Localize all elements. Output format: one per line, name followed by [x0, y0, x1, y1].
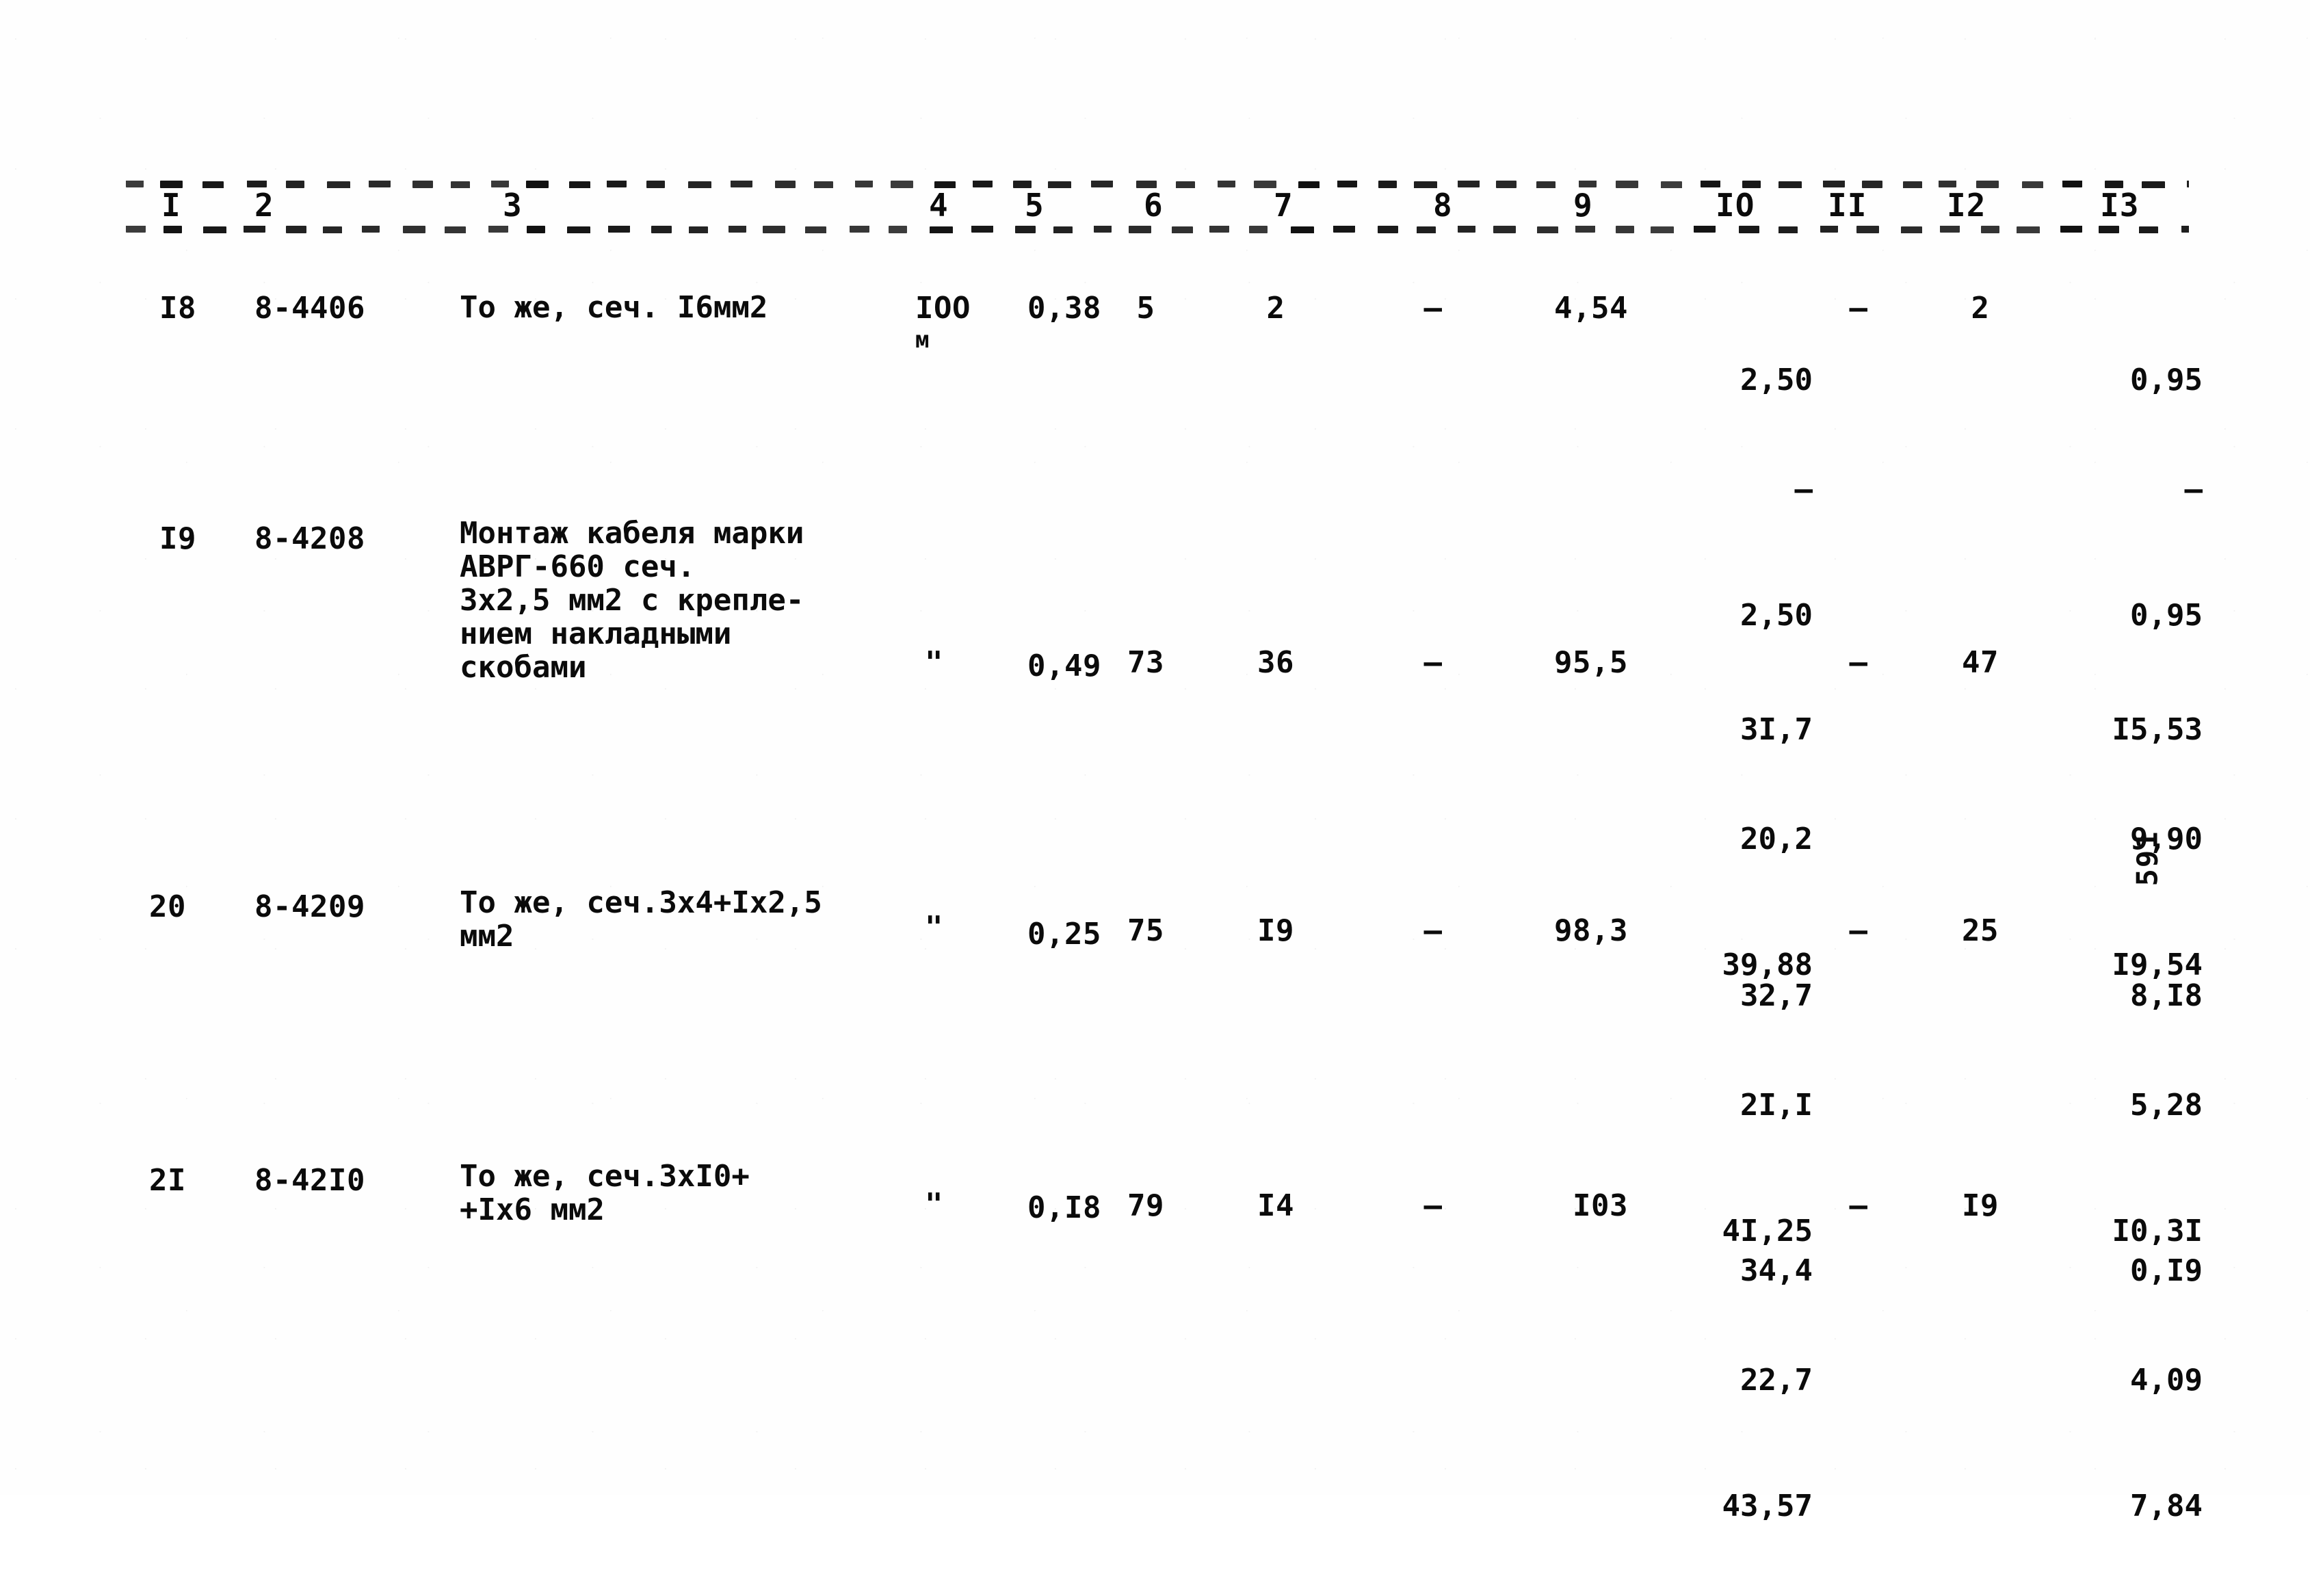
row-19-col7: 36 [1257, 645, 1294, 680]
column-header-4: 4 [929, 187, 949, 224]
row-21-col13-c: 7,84 [2130, 1489, 2203, 1523]
row-19-col10-b: 20,2 [1740, 822, 1813, 856]
row-20-col10-b: 2I,I [1740, 1088, 1813, 1123]
row-21-col10-a: 34,4 [1740, 1253, 1813, 1288]
row-20-col8: – [1423, 913, 1443, 948]
row-18-col10-c: 2,50 [1740, 598, 1813, 633]
row-19-col13-b: 9,90 [2130, 822, 2203, 856]
row-20-col10-a: 32,7 [1740, 978, 1813, 1013]
row-19-col6: 73 [1127, 645, 1164, 680]
column-header-6: 6 [1144, 187, 1164, 224]
row-18-col11: – [1849, 291, 1868, 326]
row-19-description: Монтаж кабеля марки АВРГ-660 сеч. 3х2,5 … [460, 516, 804, 685]
column-header-12: I2 [1947, 187, 1986, 224]
row-20-description: То же, сеч.3х4+Iх2,5 мм2 [460, 885, 822, 954]
row-21-col13-stack: 0,I9 4,09 7,84 [2059, 1181, 2203, 1596]
row-20-number: 20 [149, 889, 186, 924]
column-header-13: I3 [2100, 187, 2140, 224]
column-header-5: 5 [1025, 187, 1045, 224]
column-header-10: IO [1716, 187, 1755, 224]
row-21-description: То же, сеч.3хI0+ +Iх6 мм2 [460, 1159, 750, 1227]
row-20-col12: 25 [1962, 913, 1999, 948]
row-19-col9: 95,5 [1554, 645, 1628, 680]
column-header-9: 9 [1573, 187, 1593, 224]
row-19-col10-a: 3I,7 [1740, 712, 1813, 747]
row-20-col5: 0,25 [1027, 917, 1101, 952]
row-18-col13-a: 0,95 [2130, 363, 2203, 397]
row-19-number: I9 [159, 521, 196, 556]
row-21-col6: 79 [1127, 1188, 1164, 1223]
row-21-col10-b: 22,7 [1740, 1363, 1813, 1398]
row-21-col13-a: 0,I9 [2130, 1253, 2203, 1288]
row-18-code: 8-4406 [254, 291, 365, 326]
row-21-col8: – [1423, 1188, 1443, 1223]
column-header-11: II [1828, 187, 1867, 224]
row-18-unit: IOO [915, 291, 971, 326]
row-18-col6: 5 [1136, 291, 1155, 326]
row-21-col10-stack: 34,4 22,7 43,57 [1669, 1181, 1813, 1596]
row-18-col10-a: 2,50 [1740, 363, 1813, 397]
row-20-col6: 75 [1127, 913, 1164, 948]
row-18-unit-suffix: м [915, 326, 930, 354]
row-18-number: I8 [159, 291, 196, 326]
row-20-col13-a: 8,I8 [2130, 978, 2203, 1013]
row-20-col9: 98,3 [1554, 913, 1628, 948]
column-header-8: 8 [1433, 187, 1453, 224]
column-header-3: 3 [503, 187, 523, 224]
row-19-col11: – [1849, 645, 1868, 680]
row-20-col13-b: 5,28 [2130, 1088, 2203, 1123]
row-18-col8: – [1423, 291, 1443, 326]
row-21-col11: – [1849, 1188, 1868, 1223]
row-18-col13-b: – [2184, 472, 2203, 507]
row-19-col12: 47 [1962, 645, 1999, 680]
row-20-unit: " [925, 910, 943, 945]
page-number: 591 [2130, 830, 2164, 887]
row-18-description: То же, сеч. I6мм2 [460, 290, 768, 325]
row-18-col5: 0,38 [1027, 291, 1101, 326]
column-header-7: 7 [1274, 187, 1294, 224]
row-19-col8: – [1423, 645, 1443, 680]
scan-grain-overlay [0, 0, 2310, 1495]
row-21-unit: " [925, 1187, 943, 1222]
row-20-col7: I9 [1257, 913, 1294, 948]
scanned-page: I 2 3 4 5 6 7 8 9 IO II I2 I3 I8 8-4406 … [0, 0, 2310, 1523]
row-19-col13-a: I5,53 [2112, 712, 2203, 747]
column-header-1: I [161, 187, 181, 224]
row-21-col13-b: 4,09 [2130, 1363, 2203, 1398]
row-18-col9: 4,54 [1554, 291, 1628, 326]
row-21-code: 8-42I0 [254, 1163, 365, 1198]
row-21-col5: 0,I8 [1027, 1190, 1101, 1225]
row-19-unit: " [925, 645, 943, 680]
row-21-col7: I4 [1257, 1188, 1294, 1223]
row-19-code: 8-4208 [254, 521, 365, 556]
row-20-code: 8-4209 [254, 889, 365, 924]
row-21-col12: I9 [1962, 1188, 1999, 1223]
row-18-col7: 2 [1266, 291, 1285, 326]
row-20-col11: – [1849, 913, 1868, 948]
row-21-col9: I03 [1573, 1188, 1628, 1223]
row-18-col13-c: 0,95 [2130, 598, 2203, 633]
row-21-number: 2I [149, 1163, 186, 1198]
row-18-col10-b: – [1794, 472, 1813, 507]
table-header-bottom-rule [126, 226, 2189, 233]
row-21-col10-c: 43,57 [1722, 1489, 1813, 1523]
row-18-col12: 2 [1971, 291, 1990, 326]
row-19-col5: 0,49 [1027, 649, 1101, 683]
column-header-2: 2 [254, 187, 274, 224]
